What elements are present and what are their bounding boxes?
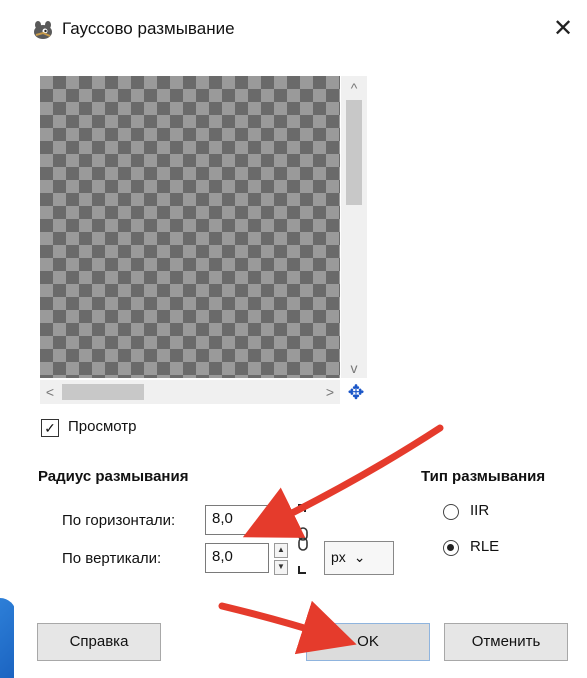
navigate-icon[interactable]: ✥ (346, 383, 366, 403)
horizontal-label: По горизонтали: (62, 512, 176, 529)
horizontal-scroll-thumb[interactable] (62, 384, 144, 400)
spin-down-icon[interactable]: ▼ (274, 560, 288, 575)
radio-iir[interactable] (443, 504, 459, 520)
scroll-up-icon[interactable]: ^ (344, 80, 364, 96)
radio-rle-label[interactable]: RLE (470, 538, 499, 555)
help-button[interactable]: Справка (37, 623, 161, 661)
gimp-icon (32, 20, 54, 40)
blur-radius-title: Радиус размывания (38, 468, 189, 485)
cancel-button[interactable]: Отменить (444, 623, 568, 661)
ok-button[interactable]: OK (306, 623, 430, 661)
radio-rle[interactable] (443, 540, 459, 556)
vertical-label: По вертикали: (62, 550, 162, 567)
vertical-stepper[interactable]: ▲ ▼ (274, 543, 288, 575)
vertical-scroll-thumb[interactable] (346, 100, 362, 205)
chevron-down-icon: ⌄ (353, 549, 366, 565)
preview-checkbox[interactable]: ✓ (41, 419, 59, 437)
radio-iir-label[interactable]: IIR (470, 502, 489, 519)
spin-up-icon[interactable]: ▲ (274, 505, 288, 520)
background-left (0, 0, 14, 678)
scroll-right-icon[interactable]: > (320, 384, 340, 400)
chain-bracket-bottom (298, 566, 306, 574)
horizontal-stepper[interactable]: ▲ ▼ (274, 505, 288, 537)
chain-link-icon[interactable] (296, 522, 310, 558)
window-title: Гауссово размывание (62, 19, 235, 38)
vertical-input[interactable]: 8,0 (205, 543, 269, 573)
preview-canvas[interactable] (40, 76, 340, 378)
scroll-down-icon[interactable]: v (344, 360, 364, 376)
horizontal-input[interactable]: 8,0 (205, 505, 269, 535)
preview-checkbox-label[interactable]: Просмотр (68, 418, 137, 435)
chain-bracket-top (298, 504, 306, 512)
unit-value: px (331, 549, 346, 565)
blur-type-title: Тип размывания (421, 468, 546, 485)
unit-select[interactable]: px ⌄ (324, 541, 394, 575)
spin-down-icon[interactable]: ▼ (274, 522, 288, 537)
scroll-left-icon[interactable]: < (40, 384, 60, 400)
spin-up-icon[interactable]: ▲ (274, 543, 288, 558)
close-button[interactable]: ✕ (548, 14, 578, 44)
